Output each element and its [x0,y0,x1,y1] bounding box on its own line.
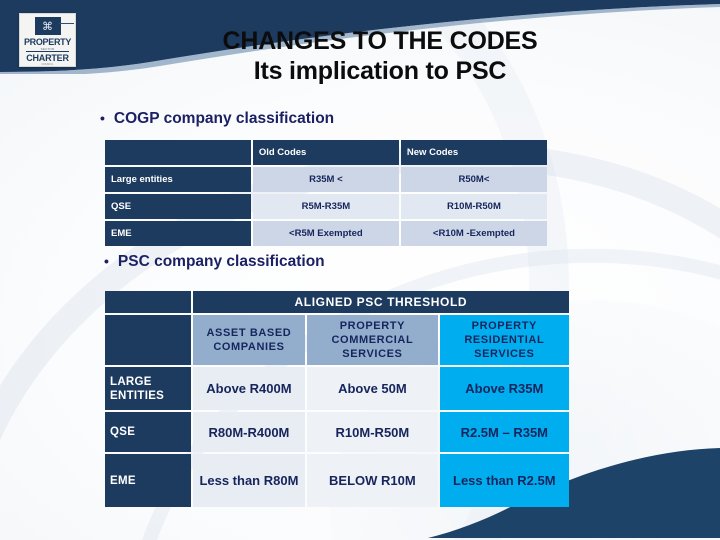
table-subheader-row: ASSET BASED COMPANIES PROPERTY COMMERCIA… [105,315,569,365]
bullet-marker-icon: • [104,253,109,269]
row-label-large-entities: LARGE ENTITIES [105,367,191,410]
bullet-cogp-label: COGP company classification [113,110,335,127]
cell-qse-new: R10M-R50M [400,194,547,219]
header-cell-blank [105,140,251,165]
logo: ⌘ PROPERTY SECTOR CHARTER COUNCIL [19,13,76,67]
cogp-classification-table: Old Codes New Codes Large entities R35M … [103,138,549,248]
table-header-row: Old Codes New Codes [105,140,547,165]
row-label-eme: EME [105,221,251,246]
table-row: QSE R80M-R400M R10M-R50M R2.5M – R35M [105,412,569,452]
bullet-psc: • PSC company classification [104,253,325,271]
title-line-2: Its implication to PSC [253,57,507,85]
subheader-property-residential-services: PROPERTY RESIDENTIAL SERVICES [439,315,569,365]
logo-emblem-icon: ⌘ [34,17,74,35]
cell-qse-residential: R2.5M – R35M [439,412,569,452]
table-row: EME Less than R80M BELOW R10M Less than … [105,454,569,507]
subheader-cell-blank [105,315,191,365]
title-line-1: CHANGES TO THE CODES [222,27,538,55]
subheader-property-commercial-services: PROPERTY COMMERCIAL SERVICES [307,315,438,365]
cell-eme-residential: Less than R2.5M [439,454,569,507]
cell-large-entities-new: R50M< [400,167,547,192]
cell-large-entities-residential: Above R35M [439,367,569,410]
cell-qse-asset: R80M-R400M [192,412,306,452]
bullet-marker-icon: • [100,110,105,126]
cell-large-entities-commercial: Above 50M [307,367,438,410]
logo-text-charter: CHARTER [26,51,69,63]
row-label-qse: QSE [105,412,191,452]
cell-qse-commercial: R10M-R50M [307,412,438,452]
cell-qse-old: R5M-R35M [252,194,399,219]
table-row: QSE R5M-R35M R10M-R50M [105,194,547,219]
header-aligned-psc-threshold: ALIGNED PSC THRESHOLD [192,291,569,313]
psc-classification-table: ALIGNED PSC THRESHOLD ASSET BASED COMPAN… [103,289,571,509]
cell-eme-new: <R10M -Exempted [400,221,547,246]
bullet-psc-label: PSC company classification [117,253,325,270]
row-label-qse: QSE [105,194,251,219]
table-row: Large entities R35M < R50M< [105,167,547,192]
page-title: CHANGES TO THE CODES Its implication to … [120,26,640,86]
row-label-large-entities: Large entities [105,167,251,192]
header-cell-old-codes: Old Codes [252,140,399,165]
table-row: LARGE ENTITIES Above R400M Above 50M Abo… [105,367,569,410]
cell-large-entities-old: R35M < [252,167,399,192]
cell-large-entities-asset: Above R400M [192,367,306,410]
header-cell-new-codes: New Codes [400,140,547,165]
bullet-cogp: • COGP company classification [100,110,334,128]
table-span-header-row: ALIGNED PSC THRESHOLD [105,291,569,313]
cell-eme-old: <R5M Exempted [252,221,399,246]
subheader-asset-based-companies: ASSET BASED COMPANIES [192,315,306,365]
cell-eme-asset: Less than R80M [192,454,306,507]
logo-text-property: PROPERTY [23,37,72,47]
row-label-eme: EME [105,454,191,507]
logo-glyph: ⌘ [42,19,53,33]
logo-text-council: COUNCIL [41,63,54,66]
slide-canvas: ⌘ PROPERTY SECTOR CHARTER COUNCIL CHANGE… [0,0,720,540]
corner-cell-blank [105,291,191,313]
cell-eme-commercial: BELOW R10M [307,454,438,507]
table-row: EME <R5M Exempted <R10M -Exempted [105,221,547,246]
